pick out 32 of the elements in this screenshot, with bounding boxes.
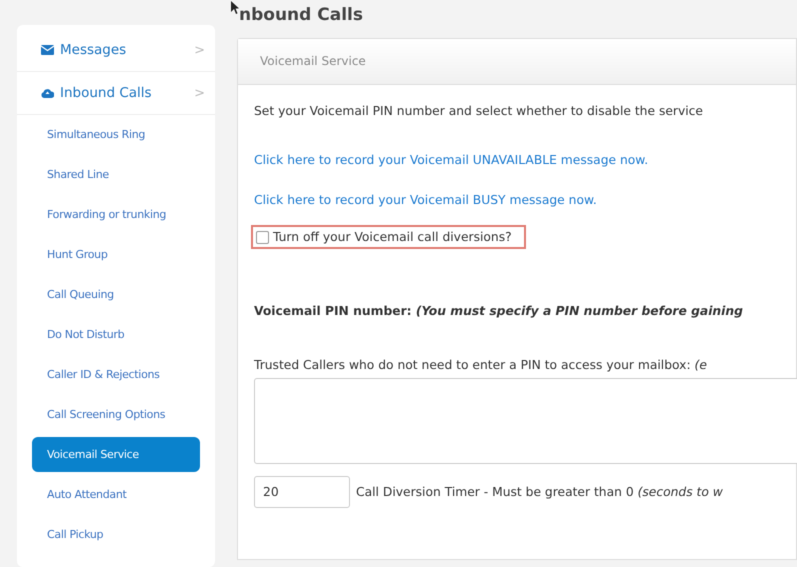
chevron-icon: >	[194, 86, 205, 100]
section-label: Messages	[60, 42, 128, 58]
sidebar-item[interactable]: Simultaneous Ring	[32, 117, 200, 152]
sidebar-item[interactable]: Call Screening Options	[32, 397, 200, 432]
sidebar-section[interactable]: Inbound Calls >	[17, 72, 215, 115]
sidebar-item[interactable]: Hunt Group	[32, 237, 200, 272]
trusted-callers-label: Trusted Callers who do not need to enter a PIN to access your mailbox: (e	[254, 358, 708, 372]
timer-label: Call Diversion Timer - Must be greater than 0 (seconds to w	[356, 485, 723, 499]
intro-text: Set your Voicemail PIN number and select whether to disable the service	[254, 104, 704, 118]
sidebar-item[interactable]: Call Pickup	[32, 517, 200, 552]
sidebar-item[interactable]: Forwarding or trunking	[32, 197, 200, 232]
sidebar-item[interactable]: Call Queuing	[32, 277, 200, 312]
section-label: Inbound Calls	[60, 85, 153, 101]
cloud-icon	[41, 88, 54, 98]
trusted-callers-field[interactable]	[254, 378, 797, 464]
page-title: nbound Calls	[239, 4, 363, 27]
sidebar-item[interactable]: Shared Line	[32, 157, 200, 192]
sidebar-item[interactable]: Do Not Disturb	[32, 317, 200, 352]
chevron-icon: >	[194, 42, 205, 58]
sidebar-item[interactable]: Voicemail Service	[32, 437, 200, 472]
timer-field[interactable]: 20	[254, 476, 350, 508]
record-link[interactable]: Click here to record your Voicemail BUSY message now.	[254, 193, 796, 207]
envelope-icon	[41, 45, 54, 55]
pin-label: Voicemail PIN number: (You must specify a PIN number before gaining	[254, 304, 744, 318]
record-link[interactable]: Click here to record your Voicemail UNAVAILABLE message now.	[254, 153, 796, 167]
panel-header: Voicemail Service	[238, 39, 796, 85]
checkbox-label: Turn off your Voicemail call diversions?	[273, 230, 512, 244]
checkbox[interactable]	[256, 230, 269, 244]
sidebar-item[interactable]: Auto Attendant	[32, 477, 200, 512]
sidebar-item[interactable]: Caller ID & Rejections	[32, 357, 200, 392]
cursor-icon	[231, 1, 239, 14]
sidebar-section[interactable]: Messages >	[17, 29, 215, 72]
